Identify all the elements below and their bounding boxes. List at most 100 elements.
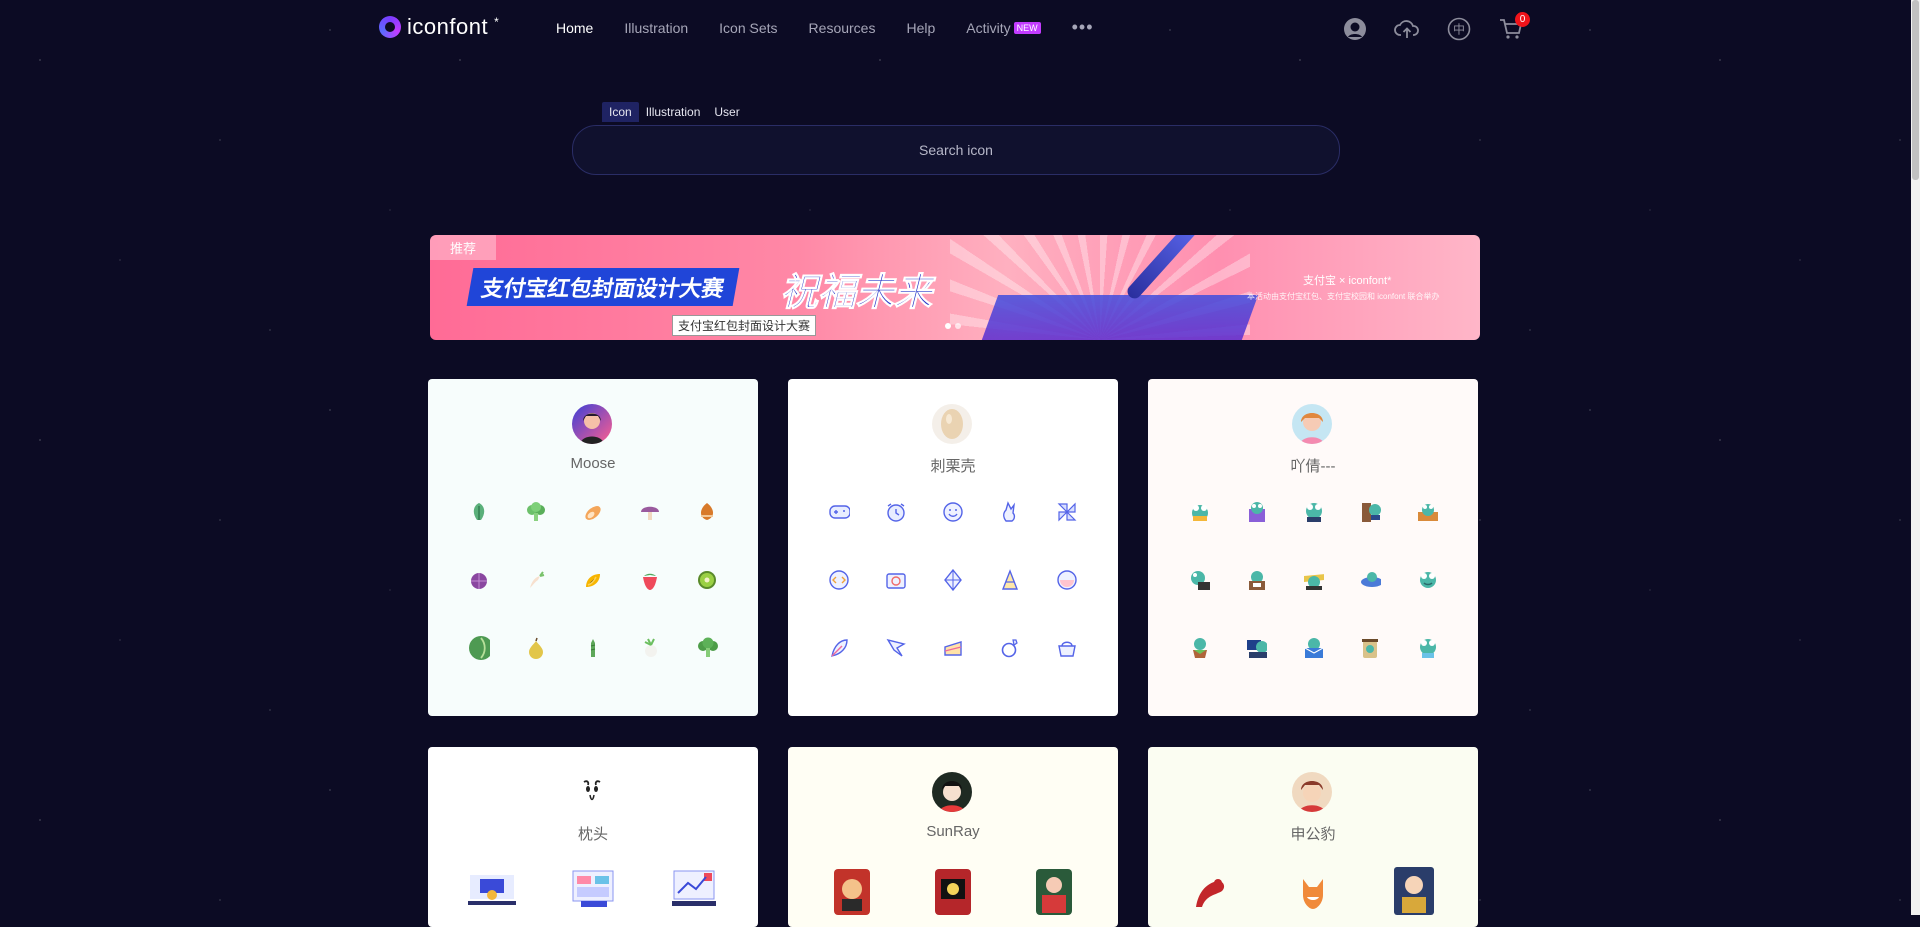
- alarm-clock-icon[interactable]: [885, 501, 907, 523]
- banner-tag: 推荐: [430, 235, 497, 260]
- frog-sticker-icon[interactable]: [1416, 569, 1438, 591]
- party-hat-icon[interactable]: [999, 569, 1021, 591]
- frog-sticker-icon[interactable]: [1188, 501, 1210, 523]
- frog-cup-icon[interactable]: [1359, 637, 1381, 659]
- nav-illustration[interactable]: Illustration: [624, 20, 688, 41]
- fox-illustration-icon[interactable]: [1289, 867, 1337, 920]
- cart-icon[interactable]: 0: [1498, 12, 1530, 42]
- banner-carousel-dots: [945, 323, 961, 329]
- nav-help[interactable]: Help: [906, 20, 935, 41]
- frog-sticker-icon[interactable]: [1359, 501, 1382, 523]
- illustration-grid: [1162, 867, 1464, 920]
- icon-set-card-cilike[interactable]: 刺栗壳: [788, 379, 1118, 716]
- nav-icon-sets[interactable]: Icon Sets: [719, 20, 777, 41]
- logo-text: iconfont: [407, 14, 489, 39]
- nav-activity[interactable]: Activity NEW: [966, 20, 1041, 41]
- more-menu-icon[interactable]: •••: [1072, 17, 1094, 38]
- mushroom-icon[interactable]: [639, 501, 661, 523]
- workspace-illustration-icon[interactable]: [466, 867, 518, 914]
- frog-sticker-icon[interactable]: [1245, 637, 1267, 659]
- lang-glyph: 中: [1453, 22, 1465, 37]
- nav-home[interactable]: Home: [556, 20, 593, 41]
- feather-icon[interactable]: [828, 637, 850, 659]
- promo-banner[interactable]: 推荐 支付宝红包封面设计大赛 祝福未来 支付宝红包封面设计大赛 支付宝 × ic…: [430, 235, 1480, 340]
- frog-sticker-icon[interactable]: [1302, 637, 1324, 659]
- banner-title: 支付宝红包封面设计大赛: [466, 268, 740, 306]
- frog-sticker-icon[interactable]: [1302, 569, 1324, 591]
- icon-set-card-zhentou[interactable]: 枕头: [428, 747, 758, 927]
- user-name: 枕头: [577, 826, 608, 843]
- avatar: [932, 404, 972, 444]
- camera-icon[interactable]: [885, 569, 907, 591]
- chinese-newyear-illustration-icon[interactable]: [830, 867, 874, 920]
- main-nav: Home Illustration Icon Sets Resources He…: [556, 17, 1125, 41]
- frog-sticker-icon[interactable]: [1416, 501, 1439, 523]
- new-badge: NEW: [1013, 22, 1041, 34]
- iconfont-logo[interactable]: iconfont *: [379, 14, 499, 40]
- kite-icon[interactable]: [942, 569, 964, 591]
- sweet-potato-icon[interactable]: [582, 501, 604, 523]
- language-switch-icon[interactable]: 中: [1446, 16, 1472, 42]
- avatar: [1292, 772, 1332, 812]
- nav-resources[interactable]: Resources: [809, 20, 876, 41]
- frog-sticker-icon[interactable]: [1416, 637, 1438, 659]
- cake-slice-icon[interactable]: [942, 637, 964, 659]
- user-avatar-icon[interactable]: [1342, 16, 1368, 42]
- turnip-icon[interactable]: [639, 637, 661, 659]
- scrollbar-thumb[interactable]: [1912, 0, 1919, 180]
- frog-sticker-icon[interactable]: [1188, 569, 1210, 591]
- dragon-illustration-icon[interactable]: [1188, 867, 1236, 920]
- carousel-dot[interactable]: [945, 323, 951, 329]
- search-tab-icon[interactable]: Icon: [602, 102, 639, 122]
- pear-icon[interactable]: [525, 637, 547, 659]
- frog-sticker-icon[interactable]: [1188, 637, 1210, 659]
- icon-set-card-moose[interactable]: Moose: [428, 379, 758, 716]
- code-bubble-icon[interactable]: [828, 569, 850, 591]
- bowl-icon[interactable]: [1056, 569, 1078, 591]
- icon-set-card-sunray[interactable]: SunRay: [788, 747, 1118, 927]
- chestnut-icon[interactable]: [696, 501, 718, 523]
- smiley-face-icon[interactable]: [942, 501, 964, 523]
- frog-sticker-icon[interactable]: [1245, 501, 1267, 523]
- frog-sticker-icon[interactable]: [1359, 569, 1382, 591]
- search-tab-user[interactable]: User: [707, 102, 746, 122]
- broccoli-large-icon[interactable]: [696, 637, 719, 659]
- ok-hand-icon[interactable]: [999, 501, 1021, 523]
- radish-icon[interactable]: [525, 569, 547, 591]
- icon-grid: [450, 501, 736, 660]
- mango-icon[interactable]: [582, 569, 604, 591]
- avatar: [572, 772, 612, 812]
- cabbage-icon[interactable]: [468, 636, 490, 660]
- onion-icon[interactable]: [468, 569, 490, 591]
- icon-grid: [1170, 501, 1456, 659]
- asparagus-icon[interactable]: [582, 637, 604, 659]
- icon-set-card-yaqian[interactable]: 吖倩---: [1148, 379, 1478, 716]
- lantern-illustration-icon[interactable]: [931, 867, 975, 920]
- broccoli-icon[interactable]: [525, 501, 547, 523]
- illustration-grid: [802, 867, 1104, 920]
- icon-set-card-shengongbao[interactable]: 申公豹: [1148, 747, 1478, 927]
- frog-sticker-icon[interactable]: [1302, 501, 1324, 523]
- lettuce-icon[interactable]: [468, 501, 490, 523]
- festival-illustration-icon[interactable]: [1032, 867, 1076, 920]
- search-box[interactable]: [572, 125, 1340, 175]
- character-illustration-icon[interactable]: [1390, 867, 1438, 920]
- strawberry-icon[interactable]: [639, 569, 661, 591]
- search-tab-illustration[interactable]: Illustration: [639, 102, 708, 122]
- page-scrollbar[interactable]: [1911, 0, 1920, 915]
- carousel-dot[interactable]: [955, 323, 961, 329]
- banner-slogan: 祝福未来: [779, 272, 933, 315]
- search-input[interactable]: [604, 141, 1308, 159]
- user-name: SunRay: [926, 823, 980, 840]
- kiwi-icon[interactable]: [696, 569, 718, 591]
- gamepad-icon[interactable]: [828, 501, 850, 523]
- pinwheel-icon[interactable]: [1056, 501, 1078, 523]
- presentation-illustration-icon[interactable]: [668, 867, 720, 914]
- upload-cloud-icon[interactable]: [1394, 16, 1420, 42]
- logo-superscript: *: [494, 15, 499, 29]
- basket-icon[interactable]: [1056, 637, 1078, 659]
- ring-icon[interactable]: [999, 637, 1021, 659]
- flag-kite-icon[interactable]: [885, 637, 907, 659]
- dashboard-illustration-icon[interactable]: [567, 867, 619, 914]
- frog-sticker-icon[interactable]: [1245, 569, 1267, 591]
